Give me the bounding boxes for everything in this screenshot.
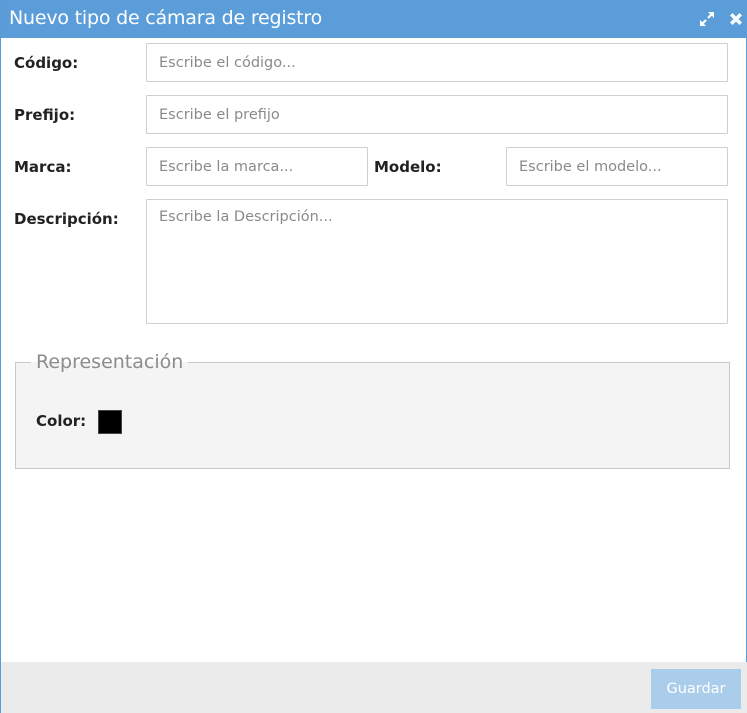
close-icon[interactable] — [727, 10, 745, 28]
modelo-input[interactable] — [506, 147, 728, 186]
codigo-input[interactable] — [146, 43, 728, 82]
modelo-label: Modelo: — [374, 158, 442, 176]
representacion-fieldset: Representación Color: — [15, 350, 730, 469]
dialog-title: Nuevo tipo de cámara de registro — [9, 7, 323, 29]
marca-input[interactable] — [146, 147, 368, 186]
codigo-label: Código: — [14, 54, 79, 72]
prefijo-label: Prefijo: — [14, 106, 76, 124]
descripcion-label: Descripción: — [14, 210, 119, 228]
dialog-footer: Guardar — [1, 662, 747, 713]
descripcion-textarea[interactable] — [146, 199, 728, 324]
color-label: Color: — [36, 412, 87, 430]
representacion-legend: Representación — [31, 350, 189, 374]
prefijo-input[interactable] — [146, 95, 728, 134]
dialog: Nuevo tipo de cámara de registro Código:… — [0, 0, 747, 713]
save-button[interactable]: Guardar — [651, 669, 741, 709]
dialog-titlebar: Nuevo tipo de cámara de registro — [1, 0, 747, 38]
color-swatch[interactable] — [98, 410, 122, 434]
marca-label: Marca: — [14, 158, 72, 176]
expand-icon[interactable] — [698, 10, 716, 28]
